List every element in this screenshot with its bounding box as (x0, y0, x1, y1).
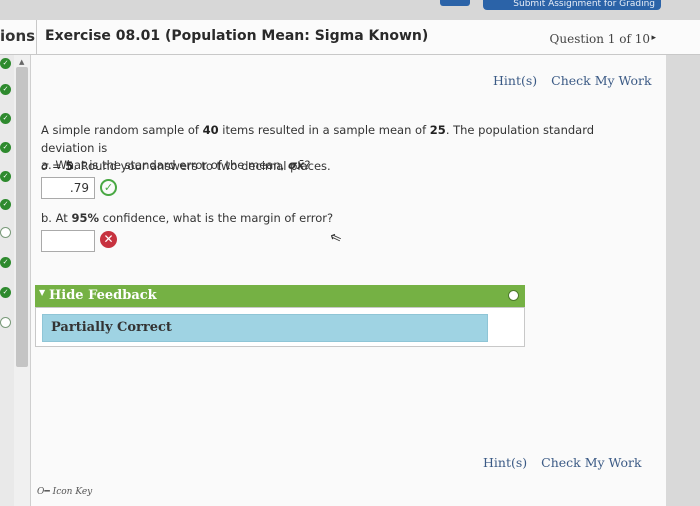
exercise-header: ions Exercise 08.01 (Population Mean: Si… (0, 20, 700, 55)
feedback-toggle-icon[interactable] (508, 290, 519, 301)
scroll-thumb[interactable] (16, 67, 28, 367)
top-nav-button[interactable] (440, 0, 470, 6)
part-b-question: b. At 95% confidence, what is the margin… (41, 211, 334, 225)
sample-mean: 25 (429, 123, 446, 137)
part-a-answer-input[interactable]: .79 (41, 177, 95, 199)
hint-link[interactable]: Hint(s) (493, 73, 537, 88)
standard-error-symbol: σx̄ (287, 158, 305, 172)
check-icon[interactable]: ✓ (0, 257, 11, 268)
check-icon[interactable]: ✓ (0, 199, 11, 210)
check-icon[interactable]: ✓ (0, 58, 11, 69)
vertical-scrollbar[interactable]: ▲ (14, 55, 31, 506)
page-title: Exercise 08.01 (Population Mean: Sigma K… (45, 28, 429, 44)
open-circle-icon[interactable] (0, 227, 11, 238)
submit-assignment-button[interactable]: Submit Assignment for Grading (483, 0, 661, 10)
scroll-up-icon[interactable]: ▲ (19, 58, 24, 66)
toolbar-bottom: Hint(s) Check My Work (483, 455, 656, 470)
check-icon[interactable]: ✓ (0, 113, 11, 124)
open-circle-icon[interactable] (0, 317, 11, 328)
sidebar-tab-label[interactable]: ions (0, 27, 35, 45)
part-b-answer-input[interactable] (41, 230, 95, 252)
mouse-pointer-icon: ⇖ (327, 228, 345, 248)
toolbar-top: Hint(s) Check My Work (493, 73, 666, 88)
check-icon[interactable]: ✓ (0, 171, 11, 182)
key-icon: O━ (37, 487, 50, 497)
top-band: Submit Assignment for Grading (0, 0, 700, 20)
check-icon[interactable]: ✓ (0, 142, 11, 153)
page-edge (666, 55, 700, 506)
next-question-icon[interactable]: ▸ (651, 33, 656, 43)
part-a-question: a. What is the standard error of the mea… (41, 158, 311, 172)
check-my-work-link[interactable]: Check My Work (551, 73, 651, 88)
question-panel: Hint(s) Check My Work A simple random sam… (31, 55, 666, 506)
check-my-work-link[interactable]: Check My Work (541, 455, 641, 470)
feedback-result: Partially Correct (42, 314, 488, 342)
check-icon[interactable]: ✓ (0, 84, 11, 95)
hide-feedback-toggle[interactable]: ▼ Hide Feedback (35, 285, 525, 307)
question-status-strip: ✓ ✓ ✓ ✓ ✓ ✓ ✓ ✓ (0, 55, 14, 506)
x-circle-icon: ✕ (100, 231, 117, 248)
check-circle-icon: ✓ (100, 179, 117, 196)
feedback-panel: Partially Correct (35, 307, 525, 347)
confidence-level: 95% (71, 211, 99, 225)
caret-down-icon: ▼ (39, 287, 46, 297)
icon-key[interactable]: O━ Icon Key (37, 487, 92, 497)
header-divider (36, 20, 37, 54)
hint-link[interactable]: Hint(s) (483, 455, 527, 470)
sample-size: 40 (202, 123, 219, 137)
question-counter[interactable]: Question 1 of 10 (550, 32, 650, 46)
check-icon[interactable]: ✓ (0, 287, 11, 298)
